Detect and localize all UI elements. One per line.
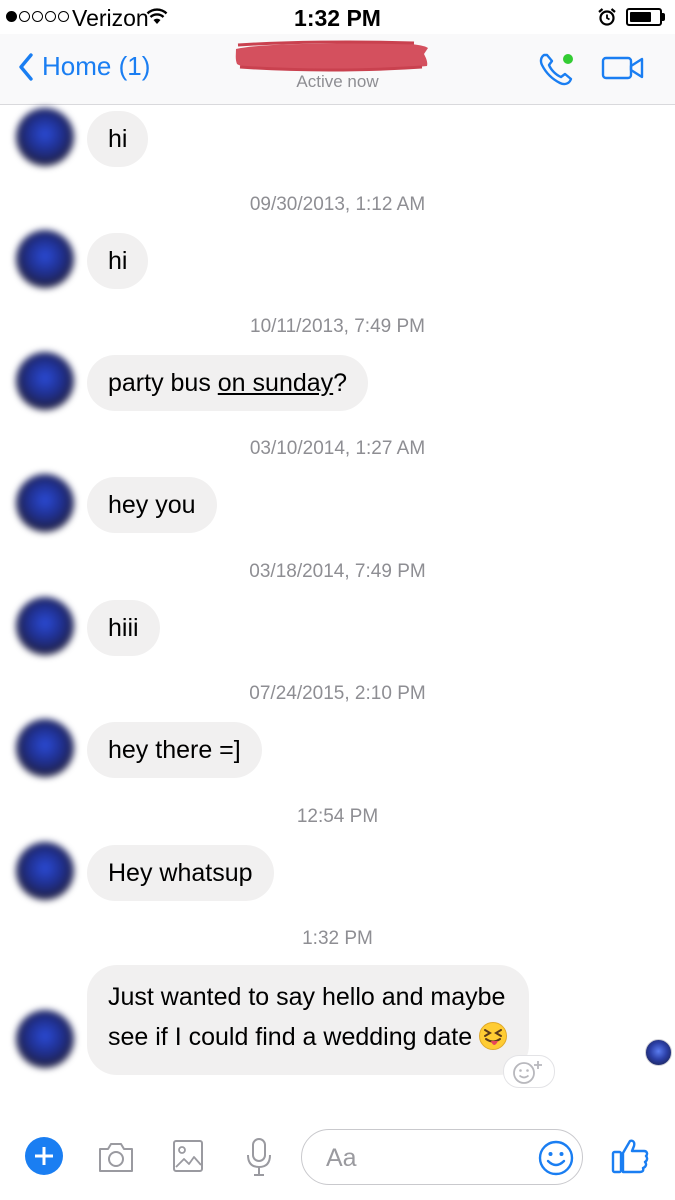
message-line-text: see if I could find a wedding date [108, 1023, 473, 1051]
status-bar: Verizon 1:32 PM [0, 0, 675, 34]
message-text: party bus [108, 369, 218, 397]
message-timestamp: 03/18/2014, 7:49 PM [249, 561, 426, 582]
sender-avatar[interactable] [16, 842, 74, 900]
status-time: 1:32 PM [294, 5, 381, 31]
message-bubble[interactable]: hey there =] [87, 722, 262, 778]
voice-record-button[interactable] [244, 1137, 274, 1182]
voice-call-button[interactable] [538, 51, 578, 92]
seen-receipt-avatar [645, 1039, 672, 1066]
sender-avatar[interactable] [16, 230, 74, 288]
video-camera-icon [601, 56, 644, 80]
phone-call-icon [539, 53, 573, 86]
message-text: ? [333, 369, 348, 397]
camera-button[interactable] [96, 1139, 136, 1180]
message-bubble[interactable]: hi [87, 111, 149, 167]
message-bubble[interactable]: Hey whatsup [87, 845, 274, 901]
thumbs-up-icon [611, 1139, 649, 1174]
battery-icon [626, 8, 662, 26]
like-button[interactable] [611, 1138, 649, 1179]
battery-tip [662, 13, 665, 21]
message-input-container [301, 1129, 583, 1185]
sender-avatar[interactable] [16, 352, 74, 410]
emoji-icon [538, 1140, 574, 1176]
message-composer [0, 1112, 675, 1200]
contact-name-redacted[interactable] [234, 40, 430, 72]
add-reaction-icon [513, 1061, 542, 1084]
sender-avatar[interactable] [16, 719, 74, 777]
sender-avatar[interactable] [16, 474, 74, 532]
image-icon [173, 1140, 203, 1172]
message-bubble[interactable]: party bus on sunday? [87, 355, 369, 411]
message-input[interactable] [324, 1138, 528, 1178]
message-timestamp: 07/24/2015, 2:10 PM [249, 683, 426, 704]
message-bubble[interactable]: hiii [87, 600, 160, 656]
camera-icon [99, 1143, 133, 1172]
message-bubble[interactable]: Just wanted to say hello and maybe see i… [87, 965, 530, 1075]
date-link[interactable]: on sunday [218, 369, 333, 397]
emoji-button[interactable] [538, 1140, 574, 1181]
battery-level [630, 12, 651, 22]
message-timestamp: 03/10/2014, 1:27 AM [249, 438, 426, 459]
message-line: see if I could find a wedding date [108, 1017, 508, 1063]
video-call-button[interactable] [601, 55, 645, 86]
conversation-header: Home (1) Active now [0, 34, 675, 105]
gallery-button[interactable] [172, 1139, 204, 1178]
sender-avatar[interactable] [16, 108, 74, 166]
alarm-icon [598, 8, 616, 31]
message-timestamp: 10/11/2013, 7:49 PM [250, 316, 425, 337]
sender-avatar[interactable] [16, 1010, 74, 1068]
message-timestamp: 1:32 PM [302, 928, 373, 949]
message-bubble[interactable]: hi [87, 233, 149, 289]
plus-button[interactable] [25, 1137, 63, 1175]
message-timestamp: 12:54 PM [296, 806, 379, 827]
message-bubble[interactable]: hey you [87, 477, 217, 533]
add-reaction-button[interactable] [503, 1055, 555, 1088]
message-line: Just wanted to say hello and maybe [108, 983, 506, 1011]
sender-avatar[interactable] [16, 597, 74, 655]
message-timestamp: 09/30/2013, 1:12 AM [249, 194, 426, 215]
microphone-icon [247, 1138, 271, 1176]
